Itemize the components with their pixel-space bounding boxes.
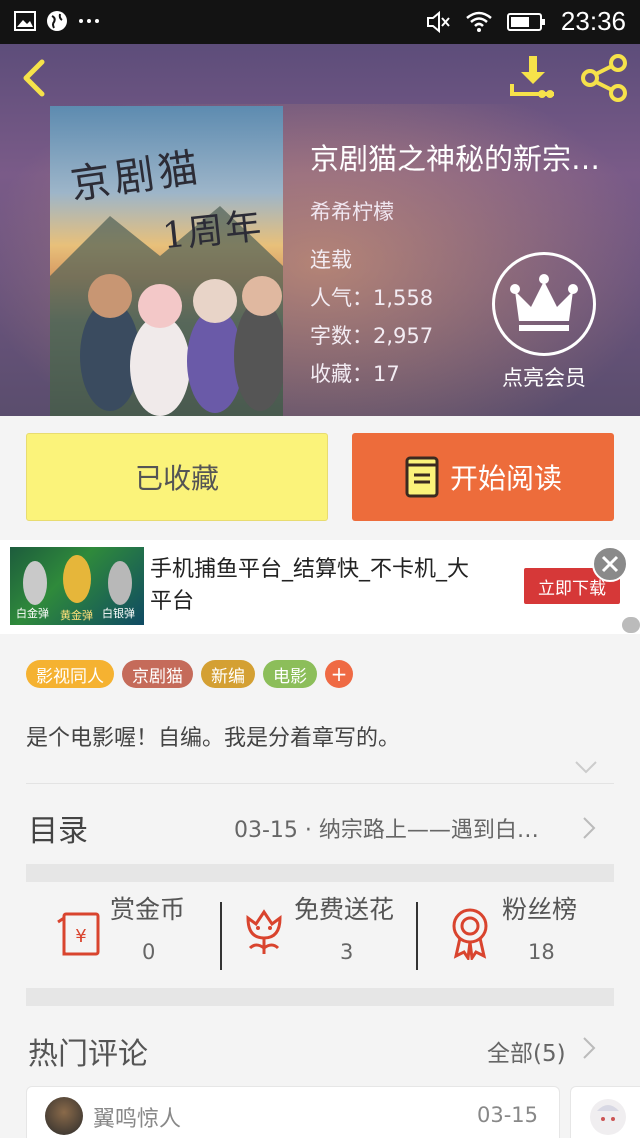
status-bar: 23:36 bbox=[0, 0, 640, 44]
book-icon bbox=[405, 456, 439, 498]
crown-icon bbox=[510, 274, 578, 331]
close-icon bbox=[601, 555, 619, 573]
status-time: 23:36 bbox=[560, 6, 626, 36]
divider bbox=[26, 783, 614, 784]
serial-status: 连载 bbox=[310, 248, 352, 272]
chevron-right-icon[interactable] bbox=[582, 816, 596, 840]
book-description: 是个电影喔！自编。我是分着章写的。 bbox=[26, 726, 401, 751]
book-cover[interactable]: 京剧猫 1周年 bbox=[50, 106, 283, 416]
medal-icon bbox=[452, 908, 488, 960]
comment-date: 03-15 bbox=[477, 1103, 539, 1127]
svg-text:¥: ¥ bbox=[75, 926, 86, 947]
all-comments-link[interactable]: 全部(5) bbox=[487, 1034, 566, 1068]
word-count-value: 2,957 bbox=[373, 324, 434, 348]
comment-card[interactable]: 翼鸣惊人 03-15 bbox=[26, 1086, 560, 1138]
share-button[interactable] bbox=[580, 54, 630, 102]
ad-banner[interactable]: 白金弹 黄金弹 白银弹 手机捕鱼平台_结算快_不卡机_大平台 立即下载 bbox=[0, 540, 640, 634]
free-flowers-stat[interactable]: 免费送花 3 bbox=[222, 882, 418, 988]
download-button[interactable] bbox=[508, 54, 558, 100]
stat-label: 赏金币 bbox=[110, 895, 186, 924]
ad-image-label-2: 黄金弹 bbox=[60, 609, 93, 622]
start-reading-button[interactable]: 开始阅读 bbox=[352, 433, 614, 521]
favorites-value: 17 bbox=[373, 362, 400, 386]
back-button[interactable] bbox=[16, 56, 56, 100]
tag[interactable]: 新编 bbox=[201, 660, 255, 688]
tag[interactable]: 电影 bbox=[263, 660, 317, 688]
stat-value: 0 bbox=[142, 940, 156, 964]
toc-label[interactable]: 目录 bbox=[28, 806, 88, 850]
collected-label: 已收藏 bbox=[134, 462, 219, 495]
section-divider bbox=[26, 988, 614, 1006]
collected-button[interactable]: 已收藏 bbox=[26, 433, 328, 521]
tag[interactable]: 京剧猫 bbox=[122, 660, 193, 688]
ad-mark-icon bbox=[622, 617, 640, 633]
popularity-value: 1,558 bbox=[373, 286, 434, 310]
author-name[interactable]: 希希柠檬 bbox=[310, 196, 394, 226]
wifi-icon bbox=[466, 11, 492, 32]
favorites-row: 收藏：17 bbox=[310, 362, 400, 386]
ad-image: 白金弹 黄金弹 白银弹 bbox=[10, 547, 144, 625]
ad-image-label-3: 白银弹 bbox=[102, 607, 135, 620]
book-details: 影视同人 京剧猫 新编 电影 + 是个电影喔！自编。我是分着章写的。 目录 03… bbox=[0, 634, 640, 1138]
more-notifications-icon bbox=[79, 19, 99, 23]
comment-username[interactable]: 翼鸣惊人 bbox=[93, 1101, 181, 1133]
popularity-row: 人气：1,558 bbox=[310, 286, 434, 310]
more-tags-button[interactable]: + bbox=[325, 660, 353, 688]
stat-value: 3 bbox=[340, 940, 354, 964]
red-envelope-icon: ¥ bbox=[57, 912, 100, 956]
vip-label: 点亮会员 bbox=[502, 366, 586, 390]
start-reading-label: 开始阅读 bbox=[449, 462, 562, 495]
book-title: 京剧猫之神秘的新宗… bbox=[310, 142, 601, 176]
ad-image-label-1: 白金弹 bbox=[16, 607, 49, 620]
stats-row: ¥ 赏金币 0 免费送花 3 粉丝榜 18 bbox=[26, 882, 614, 988]
image-icon bbox=[14, 11, 36, 31]
tag[interactable]: 影视同人 bbox=[26, 660, 114, 688]
hot-comments-title: 热门评论 bbox=[28, 1037, 148, 1072]
globe-icon bbox=[47, 11, 67, 31]
vip-button[interactable] bbox=[492, 252, 596, 356]
toc-latest-chapter[interactable]: 03-15 · 纳宗路上——遇到白… bbox=[234, 812, 574, 844]
reward-coins-stat[interactable]: ¥ 赏金币 0 bbox=[26, 882, 222, 988]
stat-label: 粉丝榜 bbox=[502, 895, 578, 924]
stat-value: 18 bbox=[528, 940, 555, 964]
cover-subtitle: 1周年 bbox=[160, 205, 266, 258]
ad-text: 手机捕鱼平台_结算快_不卡机_大平台 bbox=[150, 557, 470, 614]
word-count-row: 字数：2,957 bbox=[310, 324, 434, 348]
ad-close-button[interactable] bbox=[592, 546, 628, 582]
avatar[interactable] bbox=[589, 1097, 627, 1137]
chevron-down-icon[interactable] bbox=[574, 760, 598, 774]
mute-icon bbox=[426, 10, 450, 33]
stat-label: 免费送花 bbox=[294, 895, 395, 924]
battery-icon bbox=[506, 12, 545, 31]
book-header: 京剧猫 1周年 京剧猫之神秘的新宗… 希希柠檬 连载 人气：1,558 字数：2… bbox=[0, 44, 640, 416]
flower-icon bbox=[246, 909, 282, 954]
fan-ranking-stat[interactable]: 粉丝榜 18 bbox=[418, 882, 614, 988]
chevron-right-icon[interactable] bbox=[582, 1036, 596, 1060]
section-divider bbox=[26, 864, 614, 882]
avatar[interactable] bbox=[45, 1097, 83, 1135]
comment-card[interactable] bbox=[570, 1086, 640, 1138]
tag-list: 影视同人 京剧猫 新编 电影 + bbox=[26, 660, 353, 688]
